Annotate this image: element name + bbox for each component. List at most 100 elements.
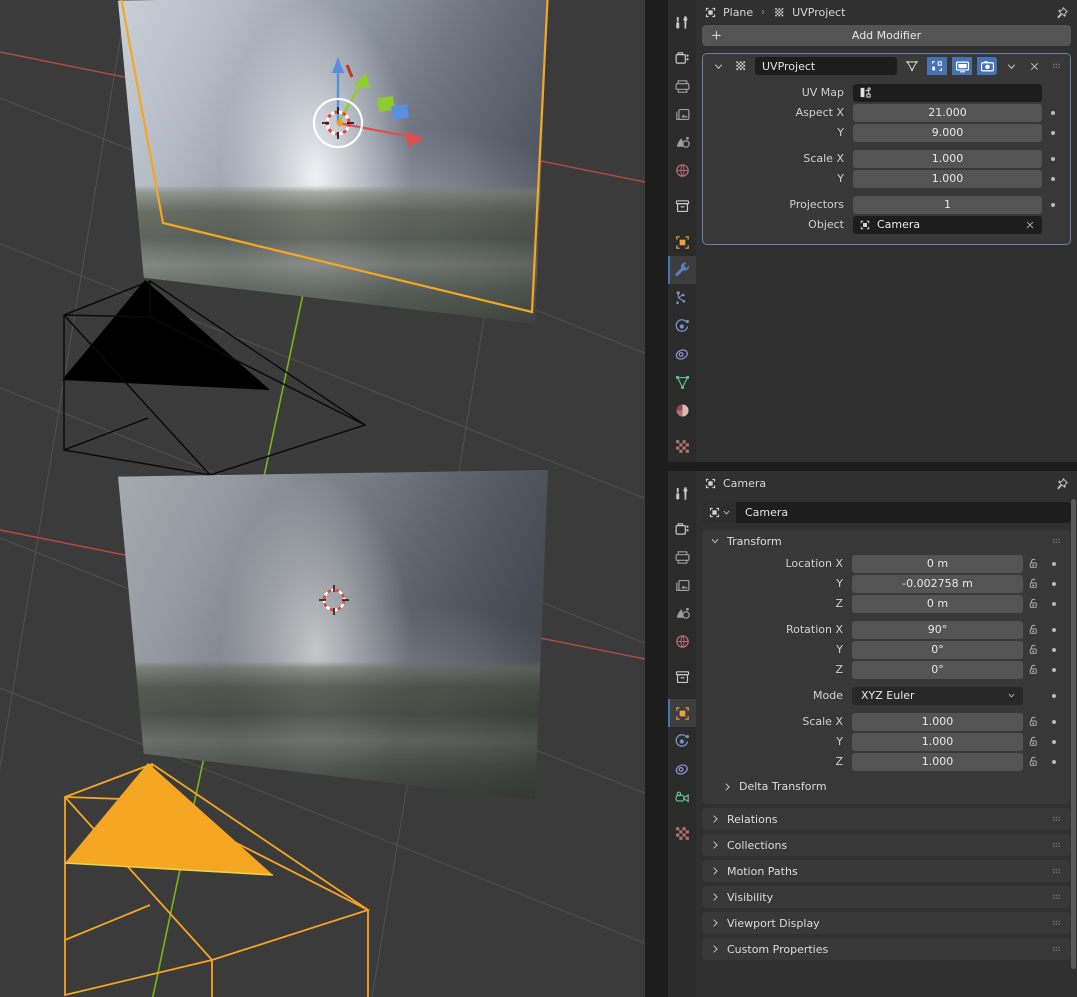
scale-x-field[interactable]: 1.000: [852, 712, 1023, 731]
rotation-mode-dropdown[interactable]: XYZ Euler: [852, 686, 1023, 705]
transform-gizmo[interactable]: [300, 55, 460, 175]
tab-view-layer[interactable]: [668, 571, 696, 599]
drag-grip-icon[interactable]: [1048, 57, 1066, 75]
location-x-lock[interactable]: [1023, 557, 1043, 570]
tab-object[interactable]: [668, 228, 696, 256]
tab-physics[interactable]: [668, 727, 696, 755]
uv-map-field[interactable]: [853, 83, 1042, 102]
modifier-name-field[interactable]: UVProject: [755, 57, 897, 75]
scale-x-lock[interactable]: [1023, 715, 1043, 728]
scale-y-field[interactable]: 1.000: [853, 169, 1042, 188]
editor-divider[interactable]: [645, 0, 668, 997]
tab-modifiers[interactable]: [668, 256, 696, 284]
modifier-extras-button[interactable]: [1002, 57, 1020, 75]
pin-icon[interactable]: [1055, 6, 1069, 20]
scale-z-field[interactable]: 1.000: [852, 752, 1023, 771]
tab-scene[interactable]: [668, 599, 696, 627]
tab-collection[interactable]: [668, 663, 696, 691]
edit-mode-toggle[interactable]: [902, 57, 922, 75]
projectors-field[interactable]: 1: [853, 195, 1042, 214]
section-relations[interactable]: Relations: [702, 808, 1071, 830]
section-visibility[interactable]: Visibility: [702, 886, 1071, 908]
tab-collection[interactable]: [668, 192, 696, 220]
scale-y-field[interactable]: 1.000: [852, 732, 1023, 751]
object-field[interactable]: Camera: [853, 215, 1042, 234]
modifier-panel-header[interactable]: UVProject: [703, 54, 1070, 78]
drag-grip-icon[interactable]: [1052, 840, 1063, 851]
rotation-z-lock[interactable]: [1023, 663, 1043, 676]
camera-object-unselected[interactable]: [40, 275, 400, 495]
breadcrumb-object-name[interactable]: Camera: [723, 477, 766, 490]
location-x-field[interactable]: 0 m: [852, 554, 1023, 573]
tab-tool[interactable]: [668, 8, 696, 36]
object-id-field[interactable]: Camera: [702, 502, 1071, 523]
rotation-x-field[interactable]: 90°: [852, 620, 1023, 639]
location-y-decorator[interactable]: [1043, 581, 1065, 586]
tab-render[interactable]: [668, 515, 696, 543]
scale-x-decorator[interactable]: [1042, 156, 1064, 161]
aspect-x-field[interactable]: 21.000: [853, 103, 1042, 122]
rotation-z-decorator[interactable]: [1043, 667, 1065, 672]
tab-texture[interactable]: [668, 819, 696, 847]
tab-view-layer[interactable]: [668, 100, 696, 128]
rotation-y-lock[interactable]: [1023, 643, 1043, 656]
on-cage-toggle[interactable]: [927, 57, 947, 75]
scale-z-decorator[interactable]: [1043, 759, 1065, 764]
delta-transform-subsection[interactable]: Delta Transform: [708, 776, 1065, 797]
aspect-x-decorator[interactable]: [1042, 110, 1064, 115]
location-x-decorator[interactable]: [1043, 561, 1065, 566]
drag-grip-icon[interactable]: [1052, 866, 1063, 877]
tab-output[interactable]: [668, 543, 696, 571]
rotation-z-field[interactable]: 0°: [852, 660, 1023, 679]
projectors-decorator[interactable]: [1042, 202, 1064, 207]
scale-x-field[interactable]: 1.000: [853, 149, 1042, 168]
modifier-close-button[interactable]: [1025, 57, 1043, 75]
tab-world[interactable]: [668, 156, 696, 184]
tab-camera-data[interactable]: [668, 783, 696, 811]
drag-grip-icon[interactable]: [1052, 918, 1063, 929]
object-id-selector[interactable]: [702, 502, 736, 523]
camera-object-selected[interactable]: [40, 755, 440, 997]
chevron-down-icon[interactable]: [709, 57, 727, 75]
tab-object[interactable]: [668, 699, 696, 727]
realtime-toggle[interactable]: [952, 57, 972, 75]
scale-y-lock[interactable]: [1023, 735, 1043, 748]
breadcrumb-modifier-name[interactable]: UVProject: [792, 6, 845, 19]
object-clear-button[interactable]: [1025, 220, 1035, 230]
3d-viewport[interactable]: [0, 0, 645, 997]
aspect-y-field[interactable]: 9.000: [853, 123, 1042, 142]
tab-render[interactable]: [668, 44, 696, 72]
render-toggle[interactable]: [977, 57, 997, 75]
tab-object-data[interactable]: [668, 368, 696, 396]
rotation-y-decorator[interactable]: [1043, 647, 1065, 652]
scale-y-decorator[interactable]: [1043, 739, 1065, 744]
section-collections[interactable]: Collections: [702, 834, 1071, 856]
tab-output[interactable]: [668, 72, 696, 100]
rotation-x-lock[interactable]: [1023, 623, 1043, 636]
section-custom-properties[interactable]: Custom Properties: [702, 938, 1071, 960]
plane-object-textured-secondary[interactable]: [118, 470, 548, 800]
transform-section-header[interactable]: Transform: [702, 530, 1071, 552]
breadcrumb-object-name[interactable]: Plane: [723, 6, 753, 19]
rotation-x-decorator[interactable]: [1043, 627, 1065, 632]
aspect-y-decorator[interactable]: [1042, 130, 1064, 135]
location-y-lock[interactable]: [1023, 577, 1043, 590]
rotation-y-field[interactable]: 0°: [852, 640, 1023, 659]
object-editor-tab-column[interactable]: [668, 471, 696, 997]
scale-y-decorator[interactable]: [1042, 176, 1064, 181]
tab-texture[interactable]: [668, 432, 696, 460]
scale-z-lock[interactable]: [1023, 755, 1043, 768]
properties-scrollbar[interactable]: [1071, 499, 1076, 969]
location-y-field[interactable]: -0.002758 m: [852, 574, 1023, 593]
drag-grip-icon[interactable]: [1052, 814, 1063, 825]
pin-icon[interactable]: [1055, 477, 1069, 491]
tab-material[interactable]: [668, 396, 696, 424]
section-motion-paths[interactable]: Motion Paths: [702, 860, 1071, 882]
location-z-decorator[interactable]: [1043, 601, 1065, 606]
add-modifier-button[interactable]: + Add Modifier: [702, 25, 1071, 46]
modifier-editor-tab-column[interactable]: [668, 0, 696, 462]
tab-world[interactable]: [668, 627, 696, 655]
drag-grip-icon[interactable]: [1052, 944, 1063, 955]
location-z-field[interactable]: 0 m: [852, 594, 1023, 613]
section-viewport-display[interactable]: Viewport Display: [702, 912, 1071, 934]
